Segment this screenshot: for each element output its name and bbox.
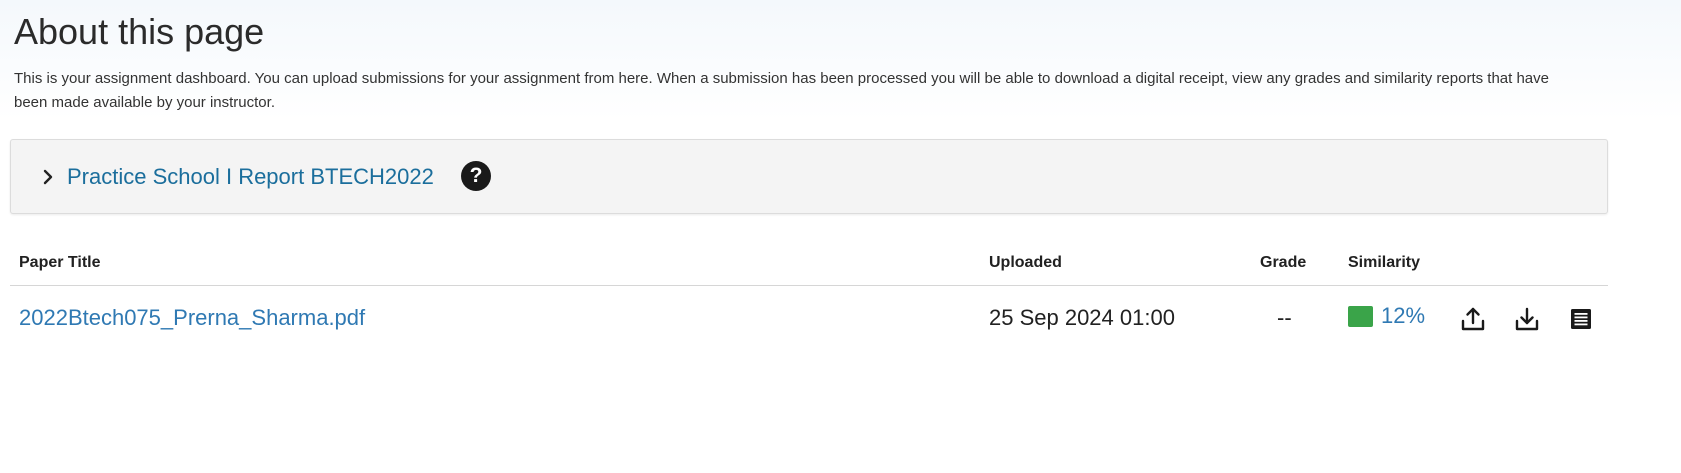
- grade-value: --: [1277, 305, 1292, 330]
- receipt-icon[interactable]: [1567, 305, 1595, 333]
- page-intro-text: This is your assignment dashboard. You c…: [14, 70, 1549, 111]
- column-header-grade: Grade: [1260, 254, 1307, 271]
- column-header-uploaded: Uploaded: [989, 254, 1062, 271]
- similarity-score: 12%: [1381, 303, 1426, 328]
- column-header-paper-title: Paper Title: [19, 254, 101, 271]
- paper-title-link[interactable]: 2022Btech075_Prerna_Sharma.pdf: [19, 305, 365, 331]
- column-header-similarity: Similarity: [1348, 254, 1421, 271]
- assignment-dashboard: About this page This is your assignment …: [0, 0, 1681, 473]
- download-icon[interactable]: [1513, 305, 1541, 333]
- similarity-report-link[interactable]: 12%: [1348, 303, 1425, 329]
- question-circle-icon[interactable]: ?: [461, 161, 491, 191]
- assignment-title-link[interactable]: Practice School I Report BTECH2022: [67, 162, 434, 192]
- page-title: About this page: [14, 11, 265, 52]
- chevron-right-icon[interactable]: [37, 164, 59, 190]
- similarity-color-swatch: [1348, 305, 1373, 327]
- upload-icon[interactable]: [1459, 305, 1487, 333]
- table-row: 2022Btech075_Prerna_Sharma.pdf 25 Sep 20…: [10, 287, 1608, 351]
- uploaded-date: 25 Sep 2024 01:00: [989, 305, 1175, 330]
- assignment-panel: Practice School I Report BTECH2022 ?: [10, 139, 1608, 214]
- submissions-table-header: Paper Title Uploaded Grade Similarity: [10, 244, 1608, 286]
